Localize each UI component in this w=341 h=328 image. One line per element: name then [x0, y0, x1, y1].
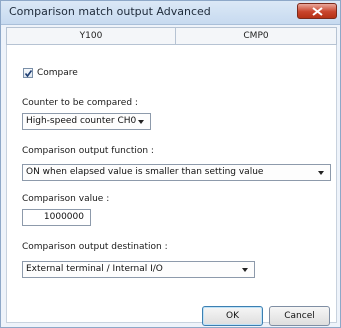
title-bar: Comparison match output Advanced	[1, 1, 340, 25]
close-button[interactable]	[297, 3, 337, 19]
close-icon	[312, 7, 323, 16]
settings-panel	[6, 45, 337, 323]
output-function-label: Comparison output function :	[22, 146, 154, 156]
checkmark-icon	[24, 70, 33, 78]
tab-cmp0[interactable]: CMP0	[176, 28, 336, 44]
dropdown-arrow-icon	[138, 120, 144, 124]
tab-strip: Y100 CMP0	[6, 27, 337, 45]
output-destination-select-value: External terminal / Internal I/O	[26, 264, 163, 274]
compare-checkbox[interactable]	[23, 68, 33, 78]
dropdown-arrow-icon	[242, 268, 248, 272]
window-title: Comparison match output Advanced	[9, 5, 211, 18]
output-function-select[interactable]: ON when elapsed value is smaller than se…	[22, 164, 331, 181]
tab-y100[interactable]: Y100	[7, 28, 176, 44]
output-destination-label: Comparison output destination :	[22, 242, 168, 252]
comparison-value-label: Comparison value :	[22, 194, 110, 204]
counter-label: Counter to be compared :	[22, 98, 138, 108]
counter-select[interactable]: High-speed counter CH0	[22, 113, 151, 130]
comparison-value-text: 1000000	[43, 212, 84, 222]
dialog-window: Comparison match output Advanced Y100 CM…	[0, 0, 341, 328]
comparison-value-input[interactable]: 1000000	[22, 209, 91, 226]
ok-button[interactable]: OK	[202, 306, 263, 326]
dropdown-arrow-icon	[318, 171, 324, 175]
counter-select-value: High-speed counter CH0	[26, 116, 137, 126]
output-destination-select[interactable]: External terminal / Internal I/O	[22, 261, 255, 278]
cancel-button[interactable]: Cancel	[269, 306, 330, 326]
compare-label[interactable]: Compare	[37, 68, 78, 78]
output-function-select-value: ON when elapsed value is smaller than se…	[26, 167, 264, 177]
